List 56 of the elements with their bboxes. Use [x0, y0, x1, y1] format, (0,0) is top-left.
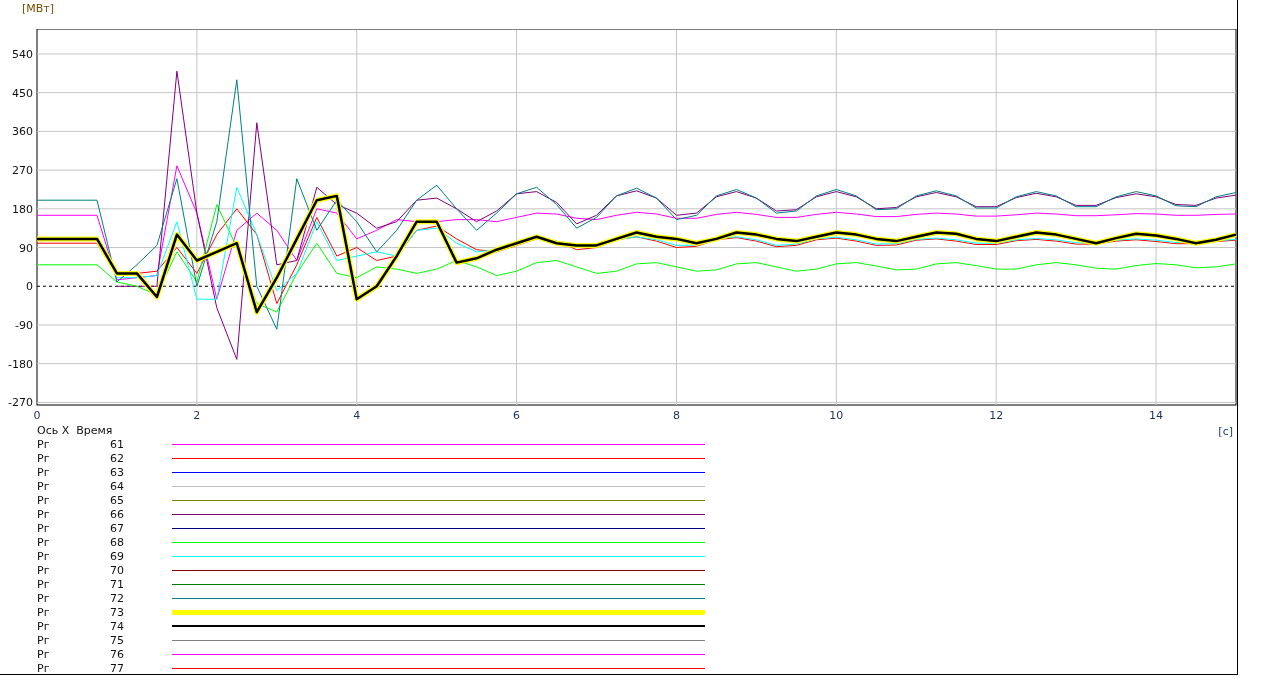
- legend-number: 66: [109, 507, 124, 521]
- legend-number: 72: [109, 591, 124, 605]
- legend-number: 75: [109, 633, 124, 647]
- legend-param: Pг: [37, 465, 51, 479]
- legend-number: 62: [109, 451, 124, 465]
- legend-param: Pг: [37, 479, 51, 493]
- x-tick-label: 6: [513, 409, 521, 422]
- legend-number: 69: [109, 549, 124, 563]
- y-tick-label: 0: [26, 280, 33, 294]
- y-tick-label: 180: [12, 202, 33, 216]
- legend-number: 76: [109, 647, 124, 661]
- legend-header: Время: [76, 423, 113, 437]
- legend-param: Pг: [37, 521, 51, 535]
- legend-param: Pг: [37, 633, 51, 647]
- legend-param: Pг: [37, 563, 51, 577]
- y-tick-label: -180: [8, 357, 33, 371]
- legend-header: Ось X: [37, 423, 70, 437]
- x-tick-label: 0: [33, 409, 41, 422]
- y-axis-unit: [МВт]: [22, 2, 55, 15]
- y-tick-label: 450: [12, 86, 33, 100]
- y-tick-label: -90: [15, 319, 33, 332]
- y-tick-label: 90: [19, 241, 33, 255]
- legend-param: Pг: [37, 437, 51, 451]
- y-tick-label: 270: [12, 164, 33, 178]
- legend-number: 74: [109, 619, 124, 633]
- legend-number: 65: [109, 493, 124, 507]
- legend-param: Pг: [37, 535, 51, 549]
- legend-param: Pг: [37, 605, 51, 619]
- legend-param: Pг: [37, 647, 51, 661]
- x-axis-unit: [c]: [1218, 425, 1233, 438]
- legend-param: Pг: [37, 493, 51, 507]
- legend-number: 67: [109, 521, 124, 535]
- legend-param: Pг: [37, 451, 51, 465]
- x-tick-label: 14: [1149, 409, 1164, 422]
- legend-number: 63: [109, 465, 124, 479]
- legend-number: 70: [109, 563, 124, 577]
- legend-param: Pг: [37, 577, 51, 591]
- legend-number: 73: [109, 605, 124, 619]
- x-tick-label: 12: [989, 409, 1004, 422]
- legend-number: 61: [109, 437, 124, 451]
- x-tick-label: 10: [829, 409, 844, 422]
- x-tick-label: 8: [672, 409, 680, 422]
- legend-param: Pг: [37, 591, 51, 605]
- y-tick-label: 360: [12, 125, 33, 139]
- y-tick-label: -270: [8, 396, 33, 410]
- legend-param: Pг: [37, 619, 51, 633]
- y-tick-label: 540: [12, 47, 33, 61]
- legend-number: 64: [109, 479, 124, 493]
- legend-number: 68: [109, 535, 124, 549]
- legend-param: Pг: [37, 549, 51, 563]
- legend-number: 71: [109, 577, 124, 591]
- legend-param: Pг: [37, 661, 51, 674]
- x-tick-label: 2: [193, 409, 201, 422]
- legend-number: 77: [109, 661, 124, 674]
- legend-param: Pг: [37, 507, 51, 521]
- x-tick-label: 4: [353, 409, 361, 422]
